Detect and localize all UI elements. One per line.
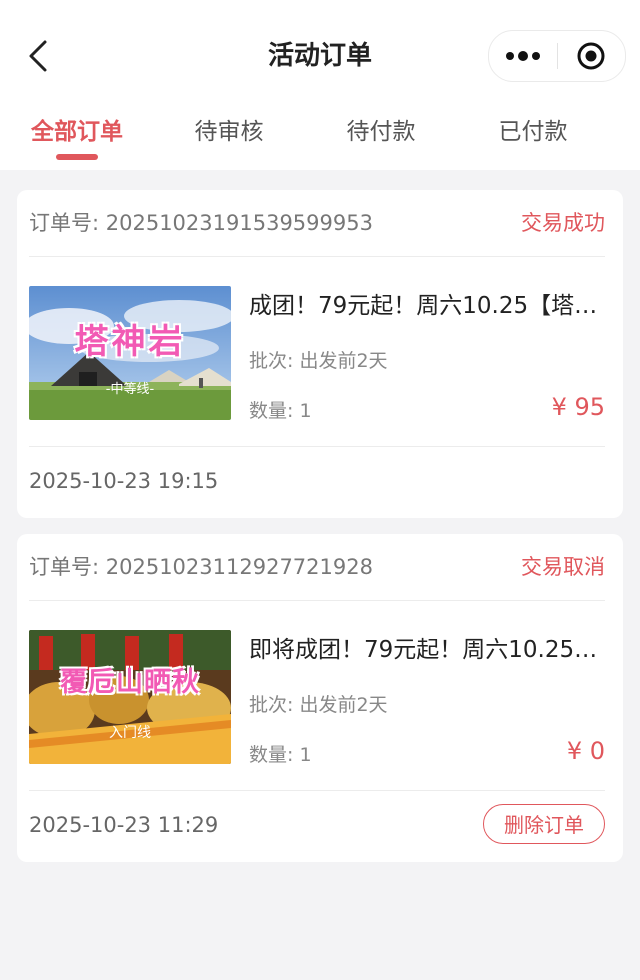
tab-all-orders[interactable]: 全部订单: [2, 110, 152, 160]
more-button[interactable]: [489, 31, 557, 81]
order-time: 2025-10-23 19:15: [29, 469, 219, 493]
delete-order-button[interactable]: 删除订单: [483, 804, 605, 844]
order-card-header: 订单号: 20251023191539599953 交易成功: [29, 190, 605, 257]
close-mini-program-button[interactable]: [558, 31, 626, 81]
order-time: 2025-10-23 11:29: [29, 813, 219, 837]
divider: [29, 790, 605, 791]
tab-active-indicator: [56, 154, 98, 160]
tab-label: 待审核: [194, 119, 264, 145]
activity-thumbnail[interactable]: 覆卮山晒秋 入门线: [29, 630, 231, 764]
tab-paid[interactable]: 已付款: [458, 110, 608, 160]
back-button[interactable]: [18, 36, 58, 76]
thumbnail-subtitle: -中等线-: [105, 382, 155, 397]
chevron-left-icon: [29, 40, 47, 72]
tab-label: 全部订单: [31, 119, 123, 145]
mini-program-capsule: [488, 30, 626, 82]
batch-info: 批次: 出发前2天: [249, 694, 388, 716]
activity-title[interactable]: 即将成团！79元起！周六10.25【覆卮山晒秋】: [249, 634, 605, 666]
divider: [29, 446, 605, 447]
thumbnail-subtitle: 入门线: [109, 725, 151, 741]
tab-pending-payment[interactable]: 待付款: [306, 110, 456, 160]
activity-thumbnail[interactable]: 塔神岩 -中等线-: [29, 286, 231, 420]
order-status: 交易取消: [521, 555, 605, 579]
order-tabs: 全部订单 待审核 待付款 已付款: [0, 110, 640, 160]
quantity: 数量: 1: [249, 400, 312, 422]
activity-title[interactable]: 成团！79元起！周六10.25【塔神岩】: [249, 290, 605, 322]
order-card-header: 订单号: 20251023112927721928 交易取消: [29, 534, 605, 601]
thumbnail-title: 塔神岩: [74, 322, 186, 362]
price: ¥ 95: [551, 393, 605, 421]
batch-info: 批次: 出发前2天: [249, 350, 388, 372]
tab-label: 已付款: [498, 119, 568, 145]
top-bar: 活动订单 全部订单 待审核 待付款 已付款: [0, 0, 640, 170]
order-number: 订单号: 20251023191539599953: [29, 211, 373, 235]
target-circle-icon: [577, 42, 605, 70]
order-status: 交易成功: [521, 211, 605, 235]
quantity: 数量: 1: [249, 744, 312, 766]
price: ¥ 0: [566, 737, 605, 765]
tab-label: 待付款: [346, 119, 416, 145]
order-number: 订单号: 20251023112927721928: [29, 555, 373, 579]
order-card[interactable]: 订单号: 20251023191539599953 交易成功 塔神岩 -中等线-: [17, 190, 623, 518]
thumbnail-title: 覆卮山晒秋: [60, 667, 200, 698]
tab-pending-review[interactable]: 待审核: [154, 110, 304, 160]
more-dots-icon: [505, 51, 540, 61]
order-card[interactable]: 订单号: 20251023112927721928 交易取消 覆卮山晒秋 入门线…: [17, 534, 623, 862]
